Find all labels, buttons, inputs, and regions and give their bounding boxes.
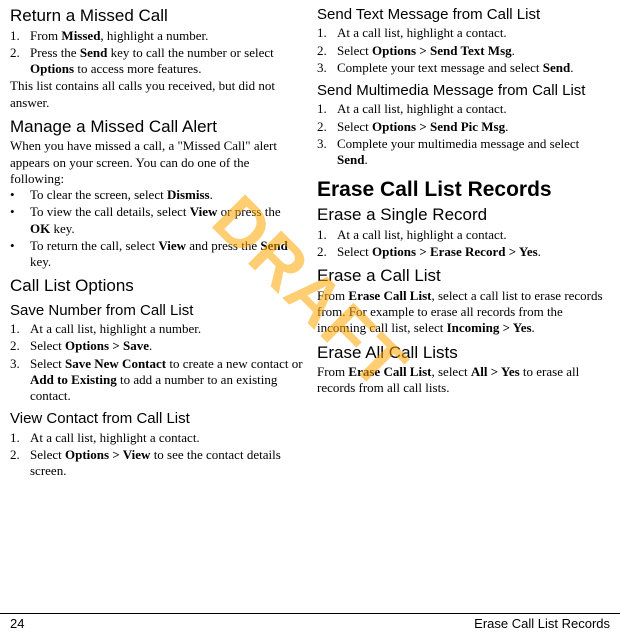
list-item: Complete your multimedia message and sel… xyxy=(317,136,610,169)
heading-view-contact: View Contact from Call List xyxy=(10,410,303,427)
list-item: To clear the screen, select Dismiss. xyxy=(10,187,303,203)
footer-section-title: Erase Call List Records xyxy=(474,616,610,631)
list-item: To view the call details, select View or… xyxy=(10,204,303,237)
list-item: Complete your text message and select Se… xyxy=(317,60,610,76)
page-body: Return a Missed Call From Missed, highli… xyxy=(0,0,620,600)
right-column: Send Text Message from Call List At a ca… xyxy=(317,4,610,600)
list-item: Select Options > Send Pic Msg. xyxy=(317,119,610,135)
list-view-contact: At a call list, highlight a contact. Sel… xyxy=(10,430,303,480)
list-item: Select Options > Save. xyxy=(10,338,303,354)
list-item: To return the call, select View and pres… xyxy=(10,238,303,271)
list-item: From Missed, highlight a number. xyxy=(10,28,303,44)
heading-send-text: Send Text Message from Call List xyxy=(317,6,610,23)
list-item: At a call list, highlight a number. xyxy=(10,321,303,337)
paragraph: When you have missed a call, a "Missed C… xyxy=(10,138,303,187)
paragraph: This list contains all calls you receive… xyxy=(10,78,303,111)
bullet-list: To clear the screen, select Dismiss. To … xyxy=(10,187,303,270)
heading-call-list-options: Call List Options xyxy=(10,276,303,296)
list-item: At a call list, highlight a contact. xyxy=(317,25,610,41)
page-number: 24 xyxy=(10,616,24,631)
list-save-number: At a call list, highlight a number. Sele… xyxy=(10,321,303,404)
list-return-missed: From Missed, highlight a number. Press t… xyxy=(10,28,303,78)
list-item: At a call list, highlight a contact. xyxy=(10,430,303,446)
list-item: Select Options > Erase Record > Yes. xyxy=(317,244,610,260)
list-send-mms: At a call list, highlight a contact. Sel… xyxy=(317,101,610,168)
heading-return-missed-call: Return a Missed Call xyxy=(10,6,303,26)
heading-erase-records: Erase Call List Records xyxy=(317,178,610,201)
heading-erase-list: Erase a Call List xyxy=(317,266,610,286)
heading-send-mms: Send Multimedia Message from Call List xyxy=(317,82,610,99)
heading-manage-missed-alert: Manage a Missed Call Alert xyxy=(10,117,303,137)
list-item: Press the Send key to call the number or… xyxy=(10,45,303,78)
list-item: Select Save New Contact to create a new … xyxy=(10,356,303,405)
list-send-text: At a call list, highlight a contact. Sel… xyxy=(317,25,610,76)
heading-save-number: Save Number from Call List xyxy=(10,302,303,319)
list-item: At a call list, highlight a contact. xyxy=(317,227,610,243)
heading-erase-all: Erase All Call Lists xyxy=(317,343,610,363)
paragraph: From Erase Call List, select a call list… xyxy=(317,288,610,337)
list-erase-single: At a call list, highlight a contact. Sel… xyxy=(317,227,610,261)
list-item: At a call list, highlight a contact. xyxy=(317,101,610,117)
list-item: Select Options > Send Text Msg. xyxy=(317,43,610,59)
left-column: Return a Missed Call From Missed, highli… xyxy=(10,4,303,600)
page-footer: 24 Erase Call List Records xyxy=(0,613,620,631)
heading-erase-single: Erase a Single Record xyxy=(317,205,610,225)
list-item: Select Options > View to see the contact… xyxy=(10,447,303,480)
paragraph: From Erase Call List, select All > Yes t… xyxy=(317,364,610,397)
